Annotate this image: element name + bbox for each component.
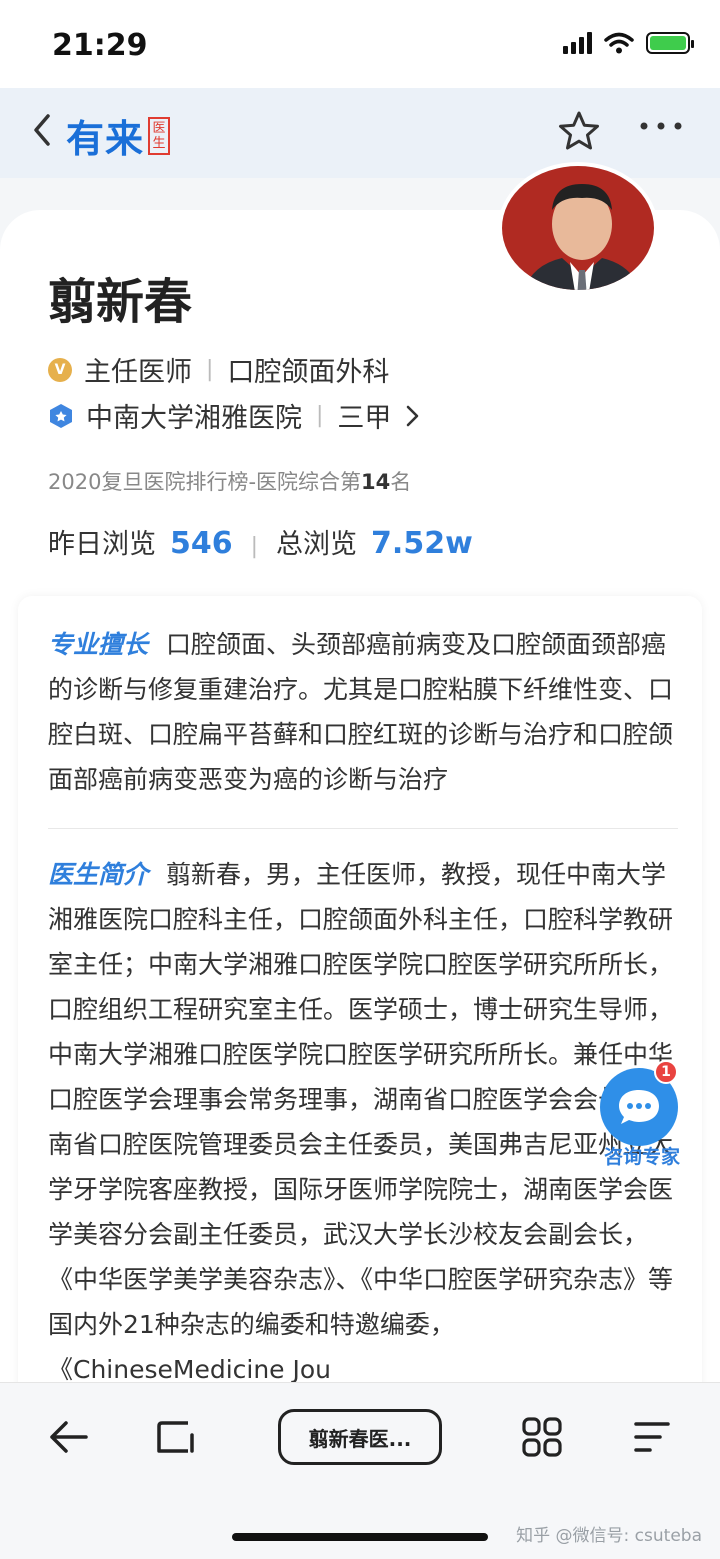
intro-tag: 医生简介 (48, 860, 149, 889)
doctor-name: 翦新春 (48, 274, 193, 330)
yesterday-views-value: 546 (170, 526, 233, 561)
consult-expert-button[interactable]: 1 咨询专家 (592, 1060, 692, 1170)
menu-icon[interactable] (630, 1415, 674, 1459)
doctor-title: 主任医师 (84, 357, 192, 388)
wifi-icon (604, 32, 634, 54)
nav-bar: 有来 医生 (0, 88, 720, 178)
hospital-icon (50, 403, 72, 428)
status-time: 21:29 (52, 28, 148, 63)
back-arrow-icon[interactable] (46, 1415, 90, 1459)
specialty-section: 专业擅长 口腔颌面、头颈部癌前病变及口腔颌面颈部癌的诊断与修复重建治疗。尤其是口腔… (48, 622, 678, 802)
separator: | (250, 534, 259, 559)
detail-panel: 专业擅长 口腔颌面、头颈部癌前病变及口腔颌面颈部癌的诊断与修复重建治疗。尤其是口腔… (18, 596, 702, 1416)
watermark: 知乎 @微信号: csuteba (516, 1526, 702, 1546)
more-icon[interactable] (638, 116, 684, 136)
hospital-name: 中南大学湘雅医院 (86, 403, 302, 434)
title-row: V 主任医师 | 口腔颌面外科 (48, 350, 389, 389)
chevron-right-icon (407, 405, 419, 426)
rank-number: 14 (361, 470, 391, 494)
separator: | (316, 403, 324, 428)
apps-grid-icon[interactable] (520, 1415, 564, 1459)
hospital-row[interactable]: 中南大学湘雅医院 | 三甲 (48, 396, 423, 435)
app-logo: 有来 医生 (66, 108, 171, 163)
back-icon[interactable] (28, 110, 58, 150)
doctor-avatar (498, 162, 658, 294)
specialty-tag: 专业擅长 (48, 630, 149, 659)
yesterday-views-label: 昨日浏览 (48, 529, 156, 560)
intro-text: 翦新春，男，主任医师，教授，现任中南大学湘雅医院口腔科主任，口腔颌面外科主任，口… (48, 860, 674, 1384)
battery-icon (646, 32, 694, 54)
notification-badge: 1 (654, 1060, 678, 1084)
status-icons (563, 32, 694, 54)
rank-suffix: 名 (390, 470, 412, 494)
status-bar: 21:29 (0, 0, 720, 88)
window-icon[interactable] (154, 1415, 198, 1459)
favorite-star-icon[interactable] (558, 110, 600, 152)
doctor-department: 口腔颌面外科 (227, 357, 390, 388)
intro-section: 医生简介 翦新春，男，主任医师，教授，现任中南大学湘雅医院口腔科主任，口腔颌面外科… (48, 852, 678, 1392)
separator: | (206, 357, 214, 382)
hospital-rank: 2020复旦医院排行榜-医院综合第14名 (48, 466, 411, 496)
home-indicator (232, 1533, 488, 1541)
views-row: 昨日浏览 546 | 总浏览 7.52w (48, 522, 473, 561)
signal-icon (563, 32, 592, 54)
hospital-level: 三甲 (337, 403, 392, 434)
consult-label: 咨询专家 (603, 1146, 680, 1168)
logo-text: 有来 (66, 117, 145, 161)
section-divider (48, 828, 678, 829)
total-views-label: 总浏览 (276, 529, 358, 560)
verified-icon: V (48, 357, 72, 382)
rank-prefix: 2020复旦医院排行榜-医院综合第 (48, 470, 362, 494)
current-tab[interactable]: 翦新春医... (278, 1409, 442, 1465)
bottom-toolbar: 翦新春医... 知乎 @微信号: csuteba (0, 1382, 720, 1559)
total-views-value: 7.52w (371, 526, 473, 561)
logo-badge: 医生 (148, 116, 171, 155)
